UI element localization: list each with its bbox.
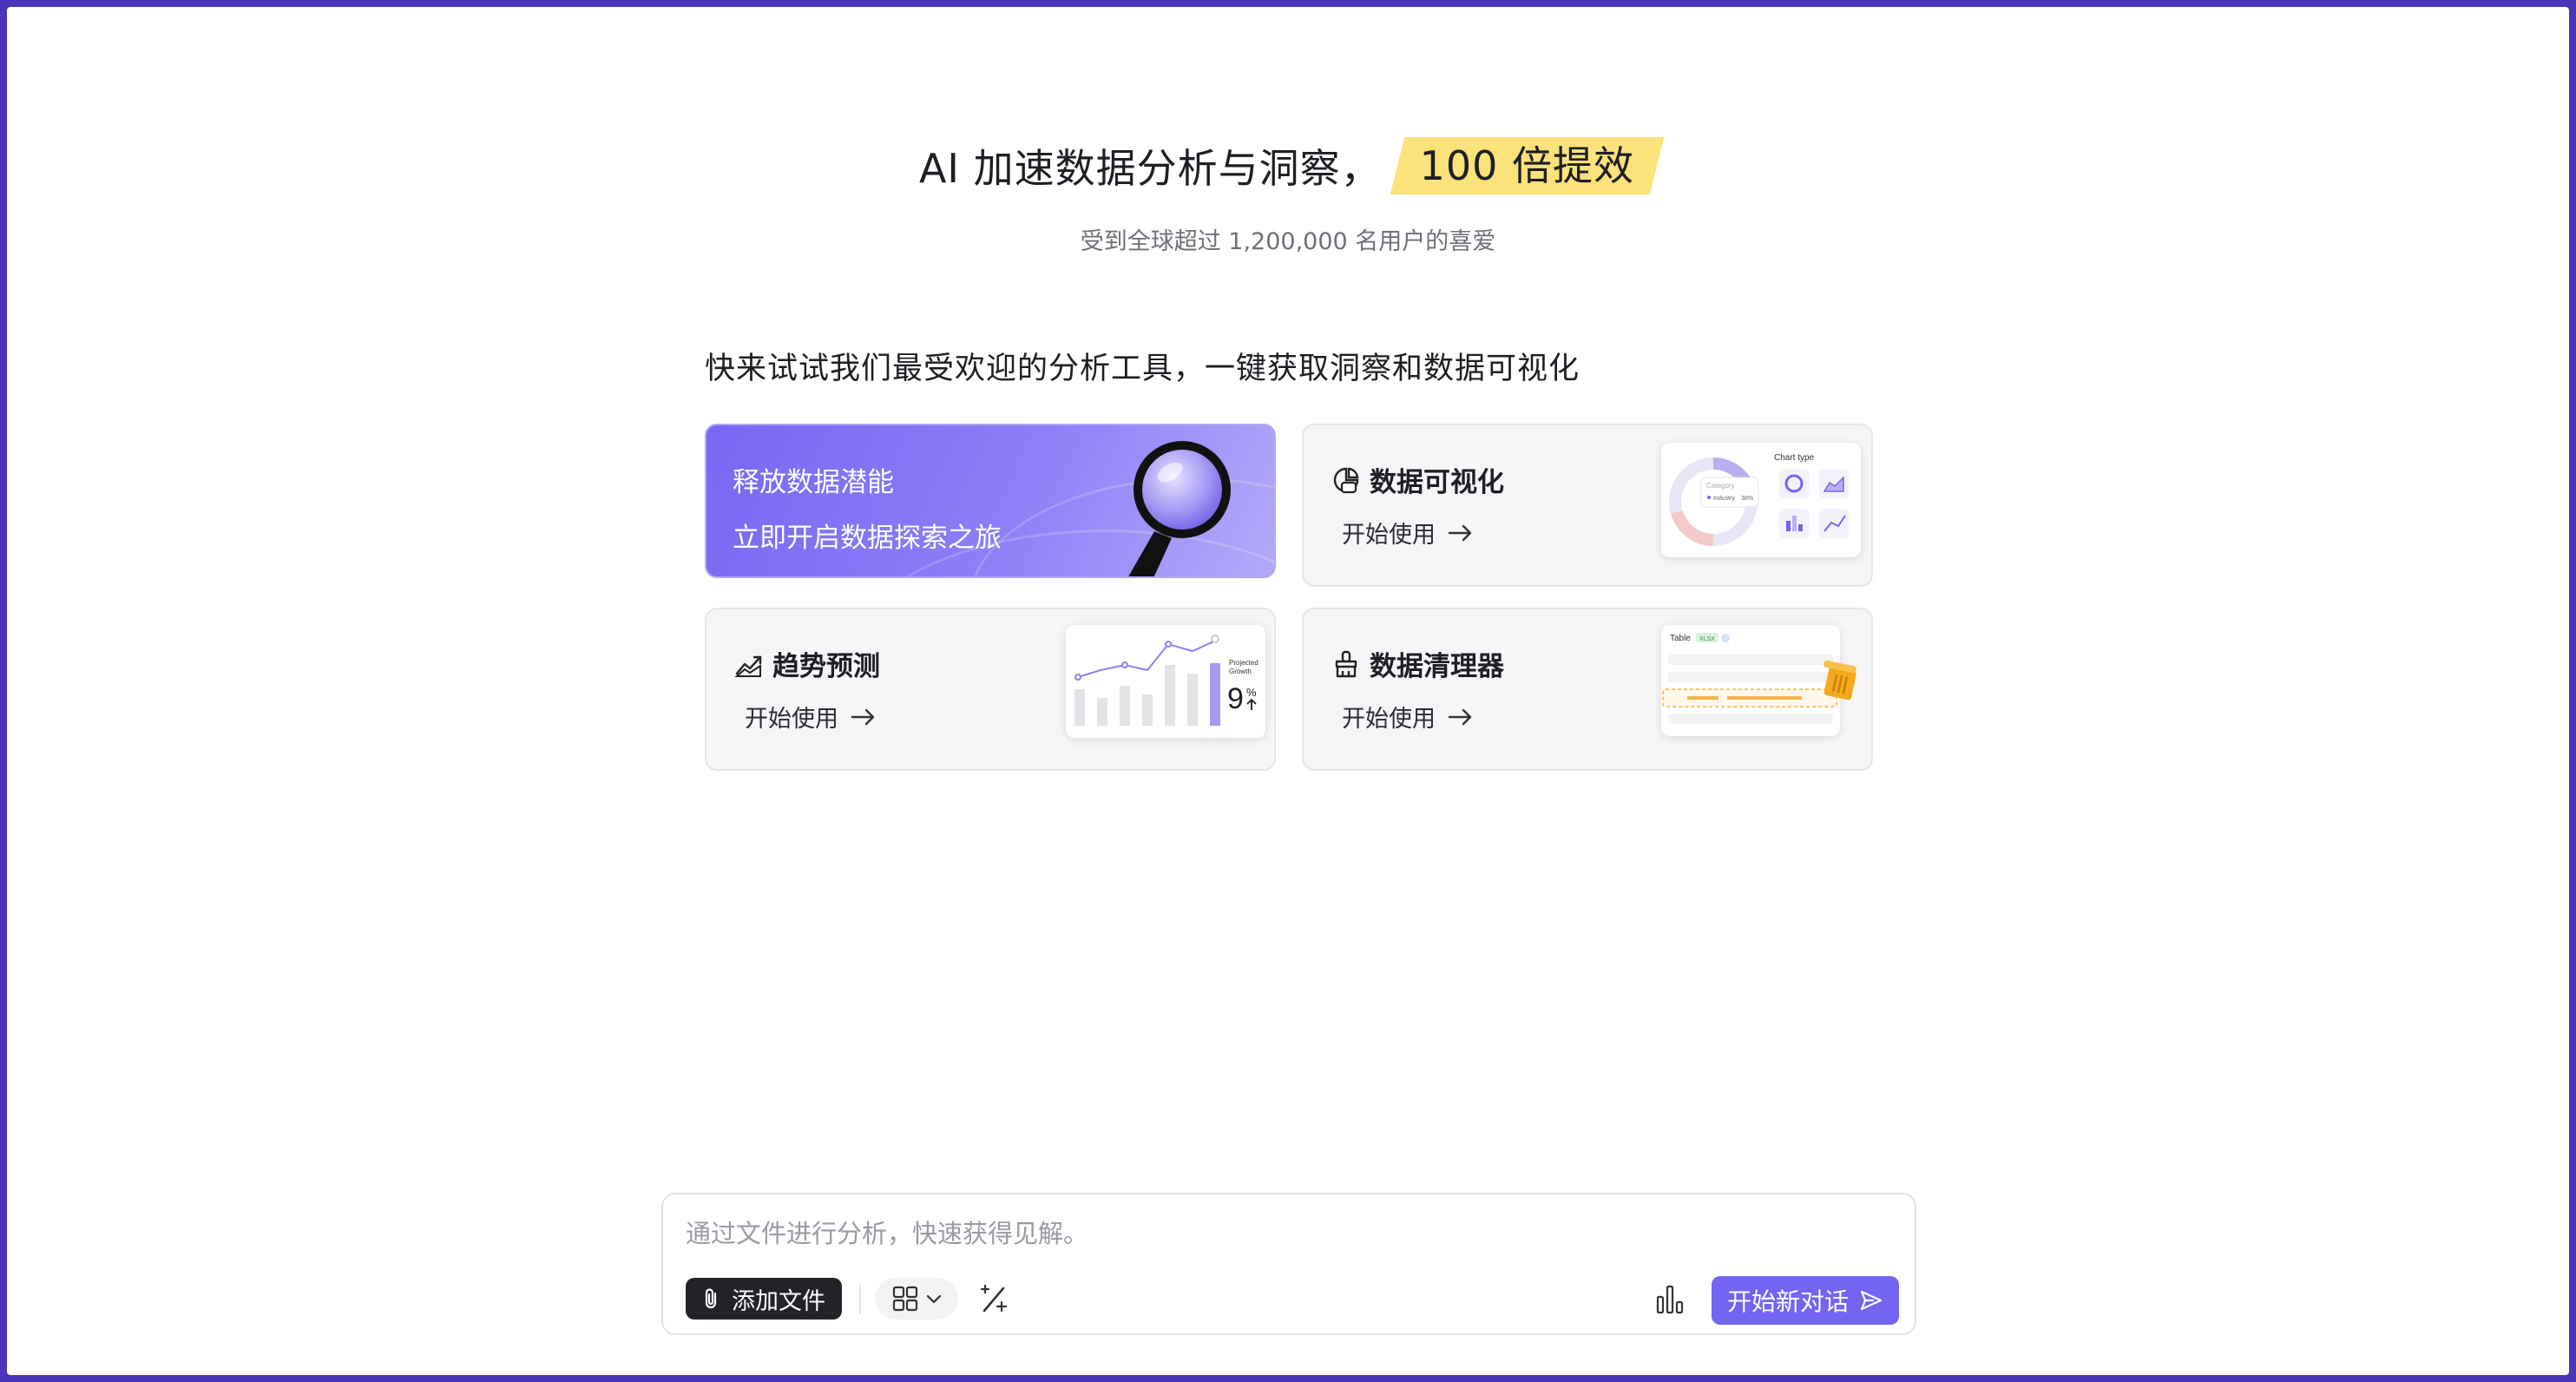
projected-growth-preview: Projected Growth 9 %	[1066, 625, 1265, 738]
toolbar-divider	[859, 1285, 861, 1314]
preview-percent-text: 38%	[1741, 496, 1753, 502]
bar-line-illustration: Projected Growth 9 %	[1074, 635, 1258, 726]
chevron-down-icon	[926, 1294, 942, 1304]
card-title-row: 数据可视化	[1331, 460, 1504, 499]
tool-card-data-cleaner[interactable]: 数据清理器 开始使用 Table XLSX	[1302, 608, 1873, 771]
add-file-label: 添加文件	[732, 1287, 825, 1315]
table-illustration: Table XLSX	[1662, 633, 1837, 724]
trend-chart-icon	[734, 655, 762, 677]
card-title-row: 趋势预测	[734, 644, 880, 683]
preview-growth-value: 9	[1227, 682, 1244, 715]
preview-table-text: Table	[1670, 634, 1691, 643]
donut-chart-illustration: Category Industry 38% Chart type	[1669, 453, 1849, 546]
card-title: 数据可视化	[1370, 467, 1504, 498]
start-label: 开始使用	[1342, 706, 1436, 733]
add-file-button[interactable]: 添加文件	[686, 1278, 842, 1319]
start-link[interactable]: 开始使用	[1342, 700, 1474, 734]
start-link[interactable]: 开始使用	[1342, 516, 1474, 550]
send-icon	[1860, 1290, 1883, 1311]
preview-xlsx-badge: XLSX	[1699, 636, 1715, 642]
magnifier-icon	[1128, 441, 1231, 576]
broom-icon	[1335, 650, 1357, 677]
paperclip-icon	[705, 1288, 717, 1309]
arrow-right-icon	[851, 708, 875, 725]
card-title-row: 数据清理器	[1331, 644, 1504, 683]
tool-card-trend-forecast[interactable]: 趋势预测 开始使用 Projected Growth 9 %	[705, 608, 1276, 771]
tool-card-data-visualization[interactable]: 数据可视化 开始使用 Category Industry 38% Chart t…	[1302, 424, 1873, 587]
layout-select-button[interactable]	[875, 1278, 958, 1319]
trash-icon	[1824, 660, 1856, 701]
promo-title: 释放数据潜能	[733, 467, 894, 498]
app-frame: AI 加速数据分析与洞察， 100 倍提效 受到全球超过 1,200,000 名…	[7, 7, 2569, 1375]
promo-card[interactable]: 释放数据潜能 立即开启数据探索之旅	[705, 424, 1276, 578]
start-new-chat-label: 开始新对话	[1726, 1287, 1849, 1316]
start-label: 开始使用	[745, 706, 838, 733]
preview-category-text: Category	[1706, 482, 1734, 490]
start-link[interactable]: 开始使用	[745, 700, 877, 734]
arrow-right-icon	[1448, 708, 1472, 725]
preview-growth-text: Growth	[1229, 668, 1252, 675]
hero-title-text: AI 加速数据分析与洞察，	[918, 145, 1382, 192]
hero-subtitle: 受到全球超过 1,200,000 名用户的喜爱	[1080, 228, 1496, 255]
arrow-right-icon	[1448, 524, 1472, 541]
hero-title: AI 加速数据分析与洞察， 100 倍提效	[7, 135, 2569, 196]
preview-projected-text: Projected	[1229, 659, 1258, 667]
bar-chart-icon[interactable]	[1653, 1281, 1687, 1316]
promo-subtitle: 立即开启数据探索之旅	[733, 523, 1002, 554]
preview-legend-text: Industry	[1713, 496, 1735, 502]
card-title: 趋势预测	[772, 651, 880, 682]
hero-highlight-text: 100 倍提效	[1419, 142, 1635, 189]
chart-type-preview: Category Industry 38% Chart type	[1661, 443, 1861, 557]
analysis-prompt-input[interactable]	[686, 1214, 1883, 1254]
preview-chart-type-heading: Chart type	[1774, 453, 1815, 463]
tools-heading: 快来试试我们最受欢迎的分析工具，一键获取洞察和数据可视化	[705, 352, 1580, 386]
table-preview: Table XLSX	[1661, 625, 1840, 736]
hero-highlight: 100 倍提效	[1397, 137, 1657, 194]
preview-growth-unit: %	[1246, 686, 1257, 699]
magic-wand-icon[interactable]	[977, 1281, 1012, 1316]
start-label: 开始使用	[1342, 522, 1436, 549]
chat-composer: 添加文件 开始新对话	[661, 1193, 1916, 1335]
chart-palette-icon	[1333, 467, 1359, 493]
card-title: 数据清理器	[1370, 651, 1504, 682]
grid-icon	[892, 1286, 918, 1312]
start-new-chat-button[interactable]: 开始新对话	[1712, 1276, 1899, 1325]
